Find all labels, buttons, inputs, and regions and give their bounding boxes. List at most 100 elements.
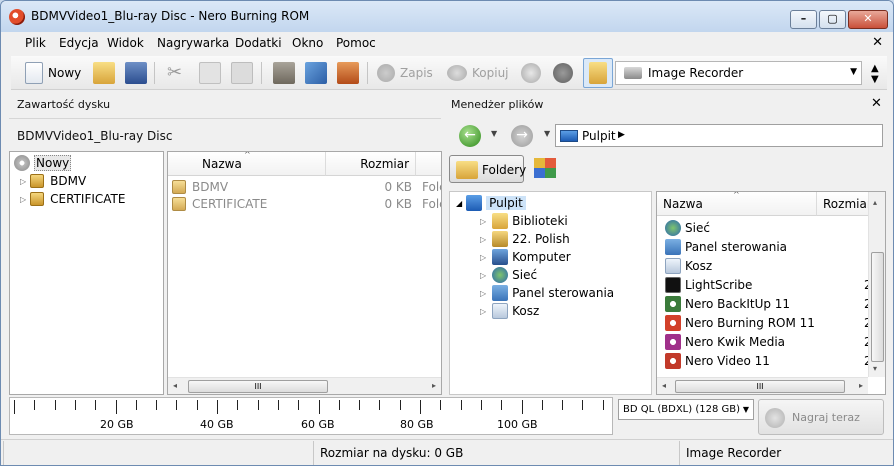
list-item-nero-video[interactable]: Nero Video 11 xyxy=(665,352,770,370)
title-bar[interactable]: BDMVVideo1_Blu-ray Disc - Nero Burning R… xyxy=(1,1,893,32)
tree-item-siec[interactable]: ▷ Sieć xyxy=(480,266,537,284)
burn-now-button[interactable]: Nagraj teraz xyxy=(758,399,884,435)
nero-backitup-icon xyxy=(665,296,681,312)
expand-arrow-icon[interactable]: ▷ xyxy=(480,235,486,244)
recorder-select[interactable]: Image Recorder ▼ xyxy=(615,61,862,85)
folders-button[interactable]: Foldery xyxy=(449,155,526,183)
ruler-tick xyxy=(298,400,300,410)
copy-button[interactable] xyxy=(199,60,221,86)
cut-button[interactable]: ✂ xyxy=(167,60,189,86)
file-browser-toggle[interactable] xyxy=(583,58,613,88)
list-item-kosz[interactable]: Kosz xyxy=(665,257,712,275)
content-hscrollbar[interactable]: ◂ III ▸ xyxy=(657,377,868,394)
column-size[interactable]: Rozmiar xyxy=(326,152,416,176)
recycle-bin-icon xyxy=(665,258,681,274)
burn-disc-icon xyxy=(765,408,785,428)
file-manager-close-icon[interactable]: ✕ xyxy=(871,96,882,111)
list-item-nero-backitup[interactable]: Nero BackItUp 11 xyxy=(665,295,790,313)
column-type[interactable] xyxy=(416,152,441,176)
list-item-siec[interactable]: Sieć xyxy=(665,219,710,237)
mdi-close-icon[interactable]: ✕ xyxy=(872,35,883,50)
eject-button[interactable] xyxy=(553,60,573,86)
scroll-left-icon[interactable]: ◂ xyxy=(173,381,177,390)
back-history-icon[interactable]: ▼ xyxy=(491,129,497,138)
disc-list-hscrollbar[interactable]: ◂ III ▸ xyxy=(168,377,441,394)
list-item-panel-sterowania[interactable]: Panel sterowania xyxy=(665,238,787,256)
tree-item-panel-sterowania[interactable]: ▷ Panel sterowania xyxy=(480,284,614,302)
tree-item-komputer[interactable]: ▷ Komputer xyxy=(480,248,571,266)
tree-item-biblioteki[interactable]: ▷ Biblioteki xyxy=(480,212,568,230)
menu-dodatki[interactable]: Dodatki xyxy=(235,36,282,50)
tree-root-nowy[interactable]: Nowy xyxy=(14,154,72,172)
scroll-right-icon[interactable]: ▸ xyxy=(432,381,436,390)
toolbar-overflow-icon[interactable]: ▲ ▼ xyxy=(871,63,879,85)
save-button[interactable] xyxy=(125,60,147,86)
control-panel-icon xyxy=(492,285,509,301)
file-row-bdmv[interactable]: BDMV xyxy=(172,178,228,196)
paste-button[interactable] xyxy=(231,60,253,86)
expand-arrow-icon[interactable]: ▷ xyxy=(480,271,486,280)
hscroll-thumb[interactable]: III xyxy=(188,380,328,393)
chevron-down-icon: ▼ xyxy=(742,405,749,414)
disc-info-button[interactable] xyxy=(521,60,541,86)
list-item-nero-kwik-media[interactable]: Nero Kwik Media xyxy=(665,333,785,351)
recorder-drive-icon xyxy=(624,67,642,79)
address-bar[interactable]: Pulpit ▶ xyxy=(555,124,883,147)
burn-toolbar-button[interactable]: Zapis xyxy=(377,60,433,86)
menu-edycja[interactable]: Edycja xyxy=(59,36,99,50)
library-button[interactable] xyxy=(273,60,295,86)
maximize-button[interactable]: ▢ xyxy=(819,10,846,29)
expand-arrow-icon[interactable]: ▷ xyxy=(480,307,486,316)
view-mode-icon[interactable] xyxy=(534,158,556,178)
menu-nagrywarka[interactable]: Nagrywarka xyxy=(157,36,229,50)
list-item-lightscribe[interactable]: LightScribe xyxy=(665,276,752,294)
minimize-button[interactable]: – xyxy=(790,10,817,29)
expand-arrow-icon[interactable]: ▷ xyxy=(480,253,486,262)
expand-arrow-icon[interactable]: ▷ xyxy=(20,177,26,186)
ruler-tick xyxy=(562,400,564,410)
back-arrow-icon[interactable]: ← xyxy=(459,125,481,147)
ruler-tick xyxy=(480,400,482,410)
expand-arrow-icon[interactable]: ▷ xyxy=(20,195,26,204)
tree-item-22-polish[interactable]: ▷ 22. Polish xyxy=(480,230,570,248)
menu-plik[interactable]: Plik xyxy=(25,36,46,50)
disc-erase-icon xyxy=(337,62,359,84)
column-name[interactable]: Nazwa ^ xyxy=(168,152,326,176)
open-button[interactable] xyxy=(93,60,115,86)
file-row-certificate[interactable]: CERTIFICATE xyxy=(172,195,267,213)
expand-arrow-icon[interactable]: ▷ xyxy=(480,289,486,298)
tree-item-kosz[interactable]: ▷ Kosz xyxy=(480,302,539,320)
vscroll-thumb[interactable] xyxy=(871,252,884,362)
copy-icon xyxy=(199,62,221,84)
new-button[interactable]: Nowy xyxy=(25,60,81,86)
collapse-arrow-icon[interactable]: ◢ xyxy=(456,199,462,208)
menu-widok[interactable]: Widok xyxy=(107,36,144,50)
network-icon xyxy=(492,267,509,283)
menu-pomoc[interactable]: Pomoc xyxy=(336,36,376,50)
menu-okno[interactable]: Okno xyxy=(292,36,323,50)
hscroll-thumb[interactable]: III xyxy=(675,380,845,393)
forward-arrow-icon[interactable]: → xyxy=(511,125,533,147)
scroll-up-icon[interactable]: ▴ xyxy=(873,198,877,207)
list-item-nero-burning-rom[interactable]: Nero Burning ROM 11 xyxy=(665,314,815,332)
tree-root-pulpit[interactable]: ◢ Pulpit xyxy=(456,194,526,212)
ruler-tick xyxy=(501,400,503,410)
folder-lock-icon xyxy=(172,180,186,194)
erase-button[interactable] xyxy=(337,60,359,86)
nero-app-icon[interactable] xyxy=(9,9,25,25)
column-name[interactable]: Nazwa ^ xyxy=(657,192,817,216)
scroll-left-icon[interactable]: ◂ xyxy=(662,381,666,390)
tree-item-bdmv[interactable]: ▷ BDMV xyxy=(20,172,86,190)
edit-button[interactable] xyxy=(305,60,327,86)
content-vscrollbar[interactable]: ▴ ▾ xyxy=(868,192,885,377)
expand-arrow-icon[interactable]: ▷ xyxy=(480,217,486,226)
breadcrumb-arrow-icon[interactable]: ▶ xyxy=(618,130,625,140)
close-button[interactable]: ✕ xyxy=(848,10,888,29)
disc-type-select[interactable]: BD QL (BDXL) (128 GB) ▼ xyxy=(618,399,754,420)
tree-item-certificate[interactable]: ▷ CERTIFICATE xyxy=(20,190,125,208)
forward-history-icon[interactable]: ▼ xyxy=(544,129,550,138)
computer-icon xyxy=(492,249,509,265)
scroll-down-icon[interactable]: ▾ xyxy=(873,364,877,373)
scroll-right-icon[interactable]: ▸ xyxy=(859,381,863,390)
copy-disc-button[interactable]: Kopiuj xyxy=(447,60,509,86)
